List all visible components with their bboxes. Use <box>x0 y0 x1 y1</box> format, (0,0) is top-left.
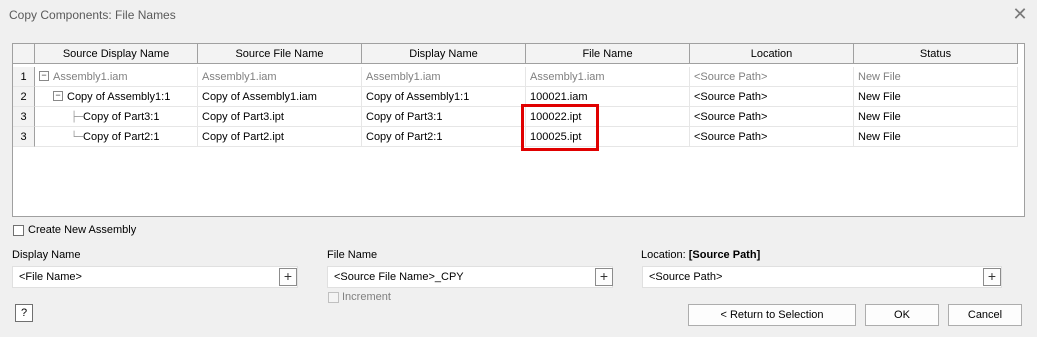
close-icon[interactable]: ✕ <box>1010 4 1030 24</box>
source-file-name-cell: Copy of Part3.ipt <box>198 107 362 127</box>
collapse-icon[interactable]: − <box>53 91 63 102</box>
status-cell: New File <box>854 127 1018 147</box>
file-name-cell[interactable]: Assembly1.iam <box>526 67 690 87</box>
create-new-assembly-label: Create New Assembly <box>28 224 137 236</box>
source-display-name-text: Copy of Part2:1 <box>83 131 160 143</box>
row-number: 2 <box>13 87 35 107</box>
cancel-button[interactable]: Cancel <box>948 304 1022 326</box>
source-file-name-cell: Assembly1.iam <box>198 67 362 87</box>
location-label-text: Location: <box>641 249 686 261</box>
create-new-assembly-checkbox[interactable] <box>13 225 24 236</box>
highlight-box <box>521 104 599 151</box>
location-cell[interactable]: <Source Path> <box>690 87 854 107</box>
display-name-label: Display Name <box>12 249 81 261</box>
display-name-field[interactable]: <File Name> <box>12 266 298 288</box>
ok-button[interactable]: OK <box>865 304 939 326</box>
status-cell: New File <box>854 67 1018 87</box>
tree-branch-icon: ├─ <box>71 112 84 123</box>
source-display-name-cell: └─Copy of Part2:1 <box>35 127 198 147</box>
location-cell[interactable]: <Source Path> <box>690 127 854 147</box>
tree-branch-icon: └─ <box>71 132 84 143</box>
file-name-label: File Name <box>327 249 378 261</box>
plus-icon[interactable]: + <box>983 268 1001 286</box>
column-header-location[interactable]: Location <box>690 44 854 64</box>
title-bar: Copy Components: File Names ✕ <box>0 0 1037 30</box>
file-name-field[interactable]: <Source File Name>_CPY <box>327 266 613 288</box>
column-header-status[interactable]: Status <box>854 44 1018 64</box>
source-file-name-cell: Copy of Assembly1.iam <box>198 87 362 107</box>
source-display-name-text: Copy of Part3:1 <box>83 111 160 123</box>
row-number: 1 <box>13 67 35 87</box>
source-display-name-cell: − Copy of Assembly1:1 <box>35 87 198 107</box>
increment-checkbox[interactable] <box>328 292 339 303</box>
source-display-name-text: Assembly1.iam <box>53 71 128 83</box>
column-header-file-name[interactable]: File Name <box>526 44 690 64</box>
header-corner <box>13 44 35 64</box>
location-label-value: [Source Path] <box>688 249 761 261</box>
location-cell[interactable]: <Source Path> <box>690 67 854 87</box>
source-display-name-cell: ├─Copy of Part3:1 <box>35 107 198 127</box>
location-cell[interactable]: <Source Path> <box>690 107 854 127</box>
column-header-display-name[interactable]: Display Name <box>362 44 526 64</box>
collapse-icon[interactable]: − <box>39 71 49 82</box>
display-name-cell[interactable]: Copy of Assembly1:1 <box>362 87 526 107</box>
increment-label: Increment <box>342 291 391 303</box>
file-names-grid[interactable]: Source Display Name Source File Name Dis… <box>12 43 1025 217</box>
location-field[interactable]: <Source Path> <box>642 266 1002 288</box>
display-name-cell[interactable]: Copy of Part2:1 <box>362 127 526 147</box>
display-name-cell[interactable]: Copy of Part3:1 <box>362 107 526 127</box>
help-icon[interactable]: ? <box>15 304 33 322</box>
row-number: 3 <box>13 107 35 127</box>
column-header-source-display-name[interactable]: Source Display Name <box>35 44 198 64</box>
source-file-name-cell: Copy of Part2.ipt <box>198 127 362 147</box>
status-cell: New File <box>854 87 1018 107</box>
column-header-source-file-name[interactable]: Source File Name <box>198 44 362 64</box>
return-to-selection-button[interactable]: < Return to Selection <box>688 304 856 326</box>
plus-icon[interactable]: + <box>279 268 297 286</box>
window-title: Copy Components: File Names <box>9 8 176 22</box>
source-display-name-cell: − Assembly1.iam <box>35 67 198 87</box>
status-cell: New File <box>854 107 1018 127</box>
display-name-cell[interactable]: Assembly1.iam <box>362 67 526 87</box>
source-display-name-text: Copy of Assembly1:1 <box>67 91 171 103</box>
location-label: Location: [Source Path] <box>641 249 760 261</box>
plus-icon[interactable]: + <box>595 268 613 286</box>
row-number: 3 <box>13 127 35 147</box>
